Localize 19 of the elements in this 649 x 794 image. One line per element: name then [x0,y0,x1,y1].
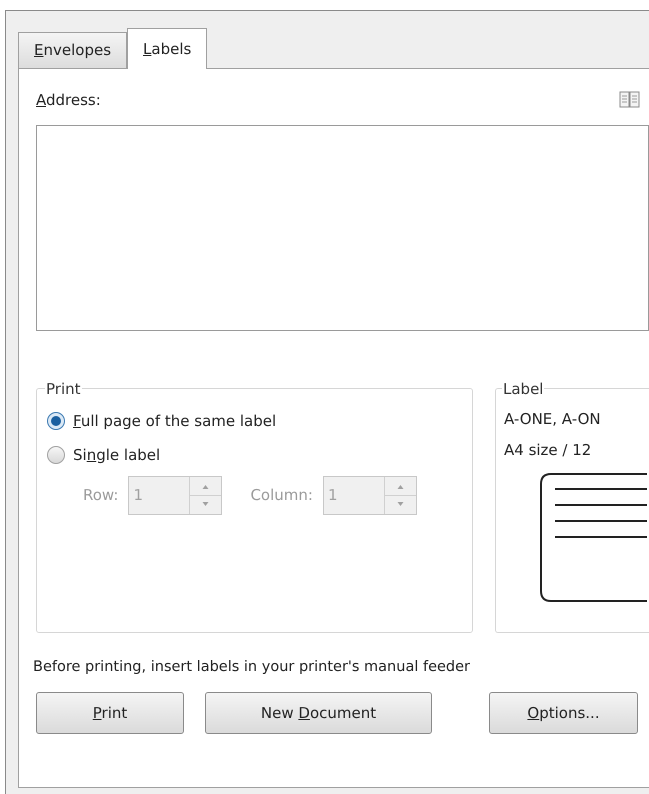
radio-button[interactable] [47,412,65,430]
label-info: A4 size / 12 [504,440,592,460]
dialog-button[interactable]: New Document [205,692,432,734]
group-title: Label [502,378,544,400]
field-label: Row: [83,485,118,506]
tab[interactable]: Labels [127,28,208,69]
radio-option[interactable]: Single label [47,444,462,466]
radio-option[interactable]: Full page of the same label [47,410,462,432]
tab[interactable]: Envelopes [18,32,128,68]
radio-button[interactable] [47,446,65,464]
address-book-icon[interactable] [619,90,641,110]
field-label: Column: [250,485,313,506]
group-title: Print [45,378,82,400]
dialog-button[interactable]: Options... [489,692,638,734]
address-field[interactable] [36,124,649,330]
label-info: A-ONE, A-ON [504,409,602,430]
address-label: Address: [36,90,101,111]
note-text: Before printing, insert labels in your printer's manual feeder [33,658,471,676]
dialog-button[interactable]: Print [36,692,184,734]
